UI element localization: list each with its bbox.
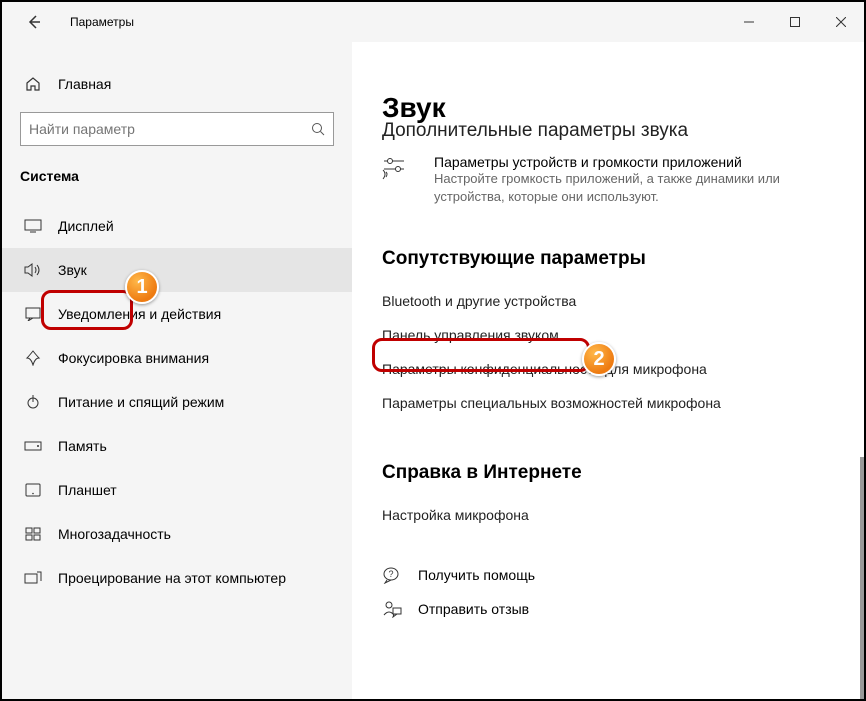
get-help-row[interactable]: ? Получить помощь xyxy=(382,566,834,584)
sidebar-item-label: Планшет xyxy=(58,482,117,498)
link-bluetooth[interactable]: Bluetooth и другие устройства xyxy=(382,284,834,318)
notifications-icon xyxy=(24,305,42,323)
sidebar-item-projecting[interactable]: Проецирование на этот компьютер xyxy=(2,556,352,600)
sidebar-item-storage[interactable]: Память xyxy=(2,424,352,468)
sidebar-item-power[interactable]: Питание и спящий режим xyxy=(2,380,352,424)
search-box[interactable] xyxy=(20,112,334,146)
maximize-button[interactable] xyxy=(772,6,818,38)
sidebar-item-notifications[interactable]: Уведомления и действия xyxy=(2,292,352,336)
search-icon xyxy=(311,122,325,136)
sidebar-item-label: Проецирование на этот компьютер xyxy=(58,570,286,586)
sliders-icon xyxy=(382,155,416,181)
main-content: Звук Дополнительные параметры звука Пара… xyxy=(352,42,864,699)
home-icon xyxy=(24,75,42,93)
sidebar-item-multitask[interactable]: Многозадачность xyxy=(2,512,352,556)
feedback-row[interactable]: Отправить отзыв xyxy=(382,600,834,618)
sidebar-item-label: Питание и спящий режим xyxy=(58,394,224,410)
app-volume-row[interactable]: Параметры устройств и громкости приложен… xyxy=(382,154,834,206)
storage-icon xyxy=(24,437,42,455)
sidebar-item-label: Многозадачность xyxy=(58,526,171,542)
app-volume-title: Параметры устройств и громкости приложен… xyxy=(434,154,834,170)
tablet-icon xyxy=(24,481,42,499)
sidebar: Главная Система Дисплей Звук xyxy=(2,42,352,699)
get-help-label: Получить помощь xyxy=(418,567,535,583)
multitask-icon xyxy=(24,525,42,543)
feedback-icon xyxy=(382,600,402,618)
category-title: Система xyxy=(2,160,352,204)
link-sound-control-panel[interactable]: Панель управления звуком xyxy=(382,318,834,352)
home-label: Главная xyxy=(58,76,111,92)
projecting-icon xyxy=(24,569,42,587)
help-header: Справка в Интернете xyxy=(382,462,834,484)
back-button[interactable] xyxy=(14,2,54,42)
minimize-button[interactable] xyxy=(726,6,772,38)
advanced-sound-header: Дополнительные параметры звука xyxy=(382,120,834,142)
sidebar-item-focus[interactable]: Фокусировка внимания xyxy=(2,336,352,380)
focus-icon xyxy=(24,349,42,367)
sidebar-item-tablet[interactable]: Планшет xyxy=(2,468,352,512)
home-nav[interactable]: Главная xyxy=(2,64,352,104)
search-input[interactable] xyxy=(29,121,311,137)
svg-text:?: ? xyxy=(388,569,393,579)
link-privacy-mic[interactable]: Параметры конфиденциальности для микрофо… xyxy=(382,352,834,386)
sidebar-item-label: Память xyxy=(58,438,107,454)
app-volume-desc: Настройте громкость приложений, а также … xyxy=(434,171,780,204)
sidebar-item-label: Уведомления и действия xyxy=(58,306,221,322)
related-header: Сопутствующие параметры xyxy=(382,248,834,270)
titlebar: Параметры xyxy=(2,2,864,42)
link-ease-mic[interactable]: Параметры специальных возможностей микро… xyxy=(382,386,834,420)
close-button[interactable] xyxy=(818,6,864,38)
scrollbar[interactable] xyxy=(860,457,864,699)
get-help-icon: ? xyxy=(382,566,402,584)
sidebar-item-label: Звук xyxy=(58,262,87,278)
display-icon xyxy=(24,217,42,235)
sound-icon xyxy=(24,261,42,279)
power-icon xyxy=(24,393,42,411)
sidebar-item-sound[interactable]: Звук xyxy=(2,248,352,292)
sidebar-item-display[interactable]: Дисплей xyxy=(2,204,352,248)
help-mic-setup[interactable]: Настройка микрофона xyxy=(382,498,834,532)
sidebar-item-label: Фокусировка внимания xyxy=(58,350,209,366)
sidebar-item-label: Дисплей xyxy=(58,218,114,234)
window-title: Параметры xyxy=(70,15,134,29)
feedback-label: Отправить отзыв xyxy=(418,601,529,617)
